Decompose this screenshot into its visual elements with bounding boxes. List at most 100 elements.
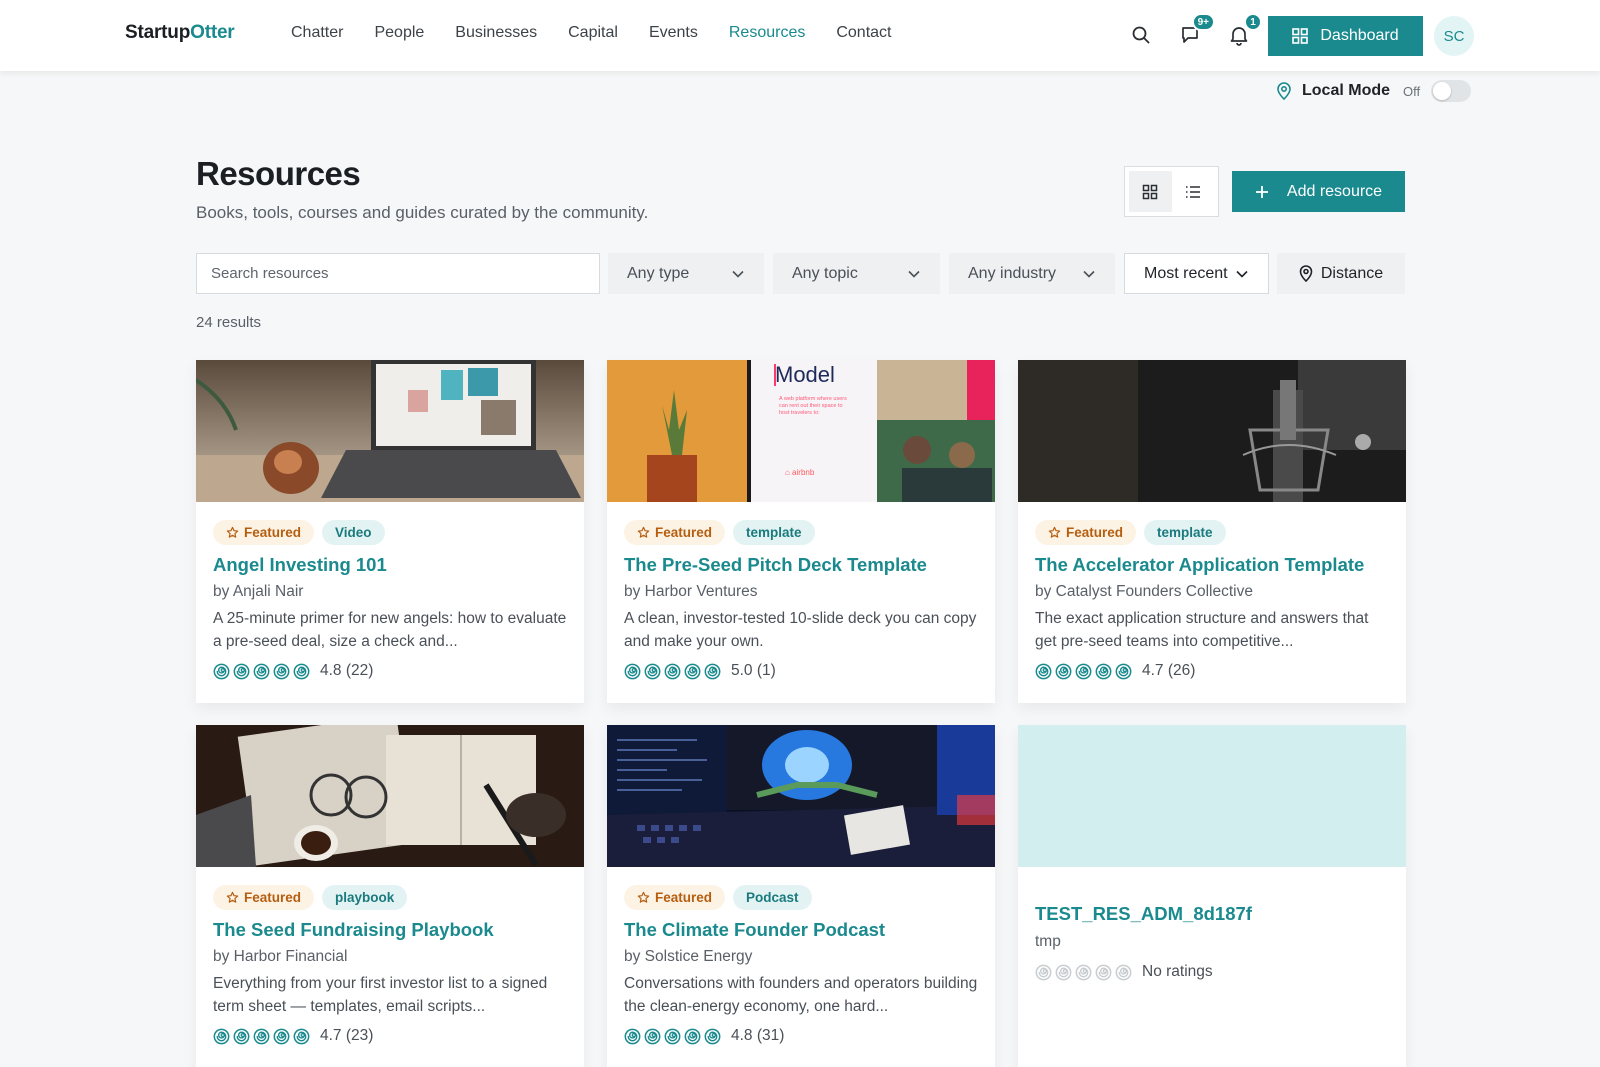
notifications-bell-icon[interactable]: 1	[1226, 13, 1262, 48]
resource-rating: 4.7 (23)	[213, 1027, 567, 1045]
nav-chatter[interactable]: Chatter	[291, 24, 343, 42]
featured-label: Featured	[655, 525, 713, 540]
results-count: 24 results	[196, 314, 262, 331]
resource-title[interactable]: The Climate Founder Podcast	[624, 919, 978, 941]
rating-text: 5.0 (1)	[731, 662, 776, 679]
view-toggle	[1124, 166, 1219, 217]
featured-badge: Featured	[624, 520, 726, 545]
resource-author: by Solstice Energy	[624, 948, 753, 965]
resource-rating: 4.8 (31)	[624, 1027, 978, 1045]
page-title: Resources	[196, 155, 361, 192]
type-select[interactable]: Any type	[608, 253, 764, 294]
resource-card[interactable]: Featured template The Accelerator Applic…	[1018, 360, 1406, 703]
resource-card[interactable]: Model A web platform where users can rent …	[607, 360, 995, 703]
featured-badge: Featured	[213, 520, 315, 545]
star-icon	[226, 526, 239, 538]
resource-card[interactable]: Featured Podcast The Climate Founder Pod…	[607, 725, 995, 1067]
chevron-down-icon	[1236, 270, 1248, 278]
resource-description: A clean, investor-tested 10-slide deck y…	[624, 610, 977, 650]
resource-card[interactable]: Featured playbook The Seed Fundraising P…	[196, 725, 584, 1067]
top-navbar: StartupOtter Chatter People Businesses C…	[0, 0, 1600, 71]
local-mode-control: Local Mode Off	[1276, 80, 1472, 102]
rating-otters	[1035, 663, 1132, 680]
featured-label: Featured	[655, 890, 713, 905]
avatar[interactable]: SC	[1434, 16, 1474, 56]
resource-thumbnail	[1018, 360, 1406, 502]
local-mode-toggle[interactable]	[1431, 80, 1472, 102]
add-resource-button[interactable]: Add resource	[1232, 171, 1405, 212]
map-pin-icon	[1277, 82, 1291, 100]
plus-icon	[1255, 185, 1268, 198]
nav-events[interactable]: Events	[649, 24, 698, 42]
featured-label: Featured	[1066, 525, 1124, 540]
nav-people[interactable]: People	[374, 24, 424, 42]
slide-brand-text: ⌂ airbnb	[785, 468, 815, 477]
topic-select[interactable]: Any topic	[773, 253, 940, 294]
resource-thumbnail: Model A web platform where users can rent …	[607, 360, 995, 502]
rating-text: No ratings	[1142, 963, 1213, 980]
grid-view-icon[interactable]	[1129, 171, 1172, 212]
sort-select-value: Most recent	[1144, 264, 1228, 282]
rating-otters	[213, 663, 310, 680]
resource-description: The exact application structure and answ…	[1035, 610, 1369, 650]
card-tags: Featured playbook	[213, 885, 567, 911]
dashboard-button[interactable]: Dashboard	[1268, 16, 1423, 56]
resource-author: by Harbor Ventures	[624, 583, 758, 600]
rating-otters	[1035, 964, 1132, 981]
resource-description: Everything from your first investor list…	[213, 975, 548, 1015]
resource-title[interactable]: TEST_RES_ADM_8d187f	[1035, 903, 1389, 925]
rating-otters	[624, 663, 721, 680]
card-tags: Featured template	[1035, 520, 1389, 546]
featured-badge: Featured	[213, 885, 315, 910]
list-view-icon[interactable]	[1172, 171, 1215, 212]
rating-text: 4.8 (31)	[731, 1027, 785, 1044]
type-badge: Podcast	[733, 885, 812, 910]
nav-capital[interactable]: Capital	[568, 24, 618, 42]
rating-text: 4.8 (22)	[320, 662, 374, 679]
search-icon[interactable]	[1128, 22, 1154, 48]
type-select-value: Any type	[627, 264, 690, 282]
type-badge: playbook	[322, 885, 408, 910]
type-badge: template	[733, 520, 815, 545]
resource-rating: 5.0 (1)	[624, 662, 978, 680]
chevron-down-icon	[732, 270, 744, 278]
resource-author: tmp	[1035, 933, 1061, 950]
resource-author: by Anjali Nair	[213, 583, 304, 600]
nav-businesses[interactable]: Businesses	[455, 24, 537, 42]
resource-title[interactable]: The Pre-Seed Pitch Deck Template	[624, 554, 978, 576]
resource-title[interactable]: The Accelerator Application Template	[1035, 554, 1389, 576]
sort-select[interactable]: Most recent	[1124, 253, 1269, 294]
search-input[interactable]	[196, 253, 600, 294]
resource-title[interactable]: The Seed Fundraising Playbook	[213, 919, 567, 941]
messages-icon[interactable]: 9+	[1177, 13, 1215, 48]
chevron-down-icon	[1083, 270, 1095, 278]
star-icon	[1048, 526, 1061, 538]
type-badge: template	[1144, 520, 1226, 545]
resource-title[interactable]: Angel Investing 101	[213, 554, 567, 576]
star-icon	[637, 526, 650, 538]
resource-thumbnail	[196, 360, 584, 502]
distance-button[interactable]: Distance	[1277, 253, 1405, 294]
star-icon	[637, 891, 650, 903]
rating-text: 4.7 (26)	[1142, 662, 1196, 679]
brand-logo[interactable]: StartupOtter	[125, 22, 235, 44]
resource-author: by Harbor Financial	[213, 948, 348, 965]
nav-contact[interactable]: Contact	[836, 24, 891, 42]
local-mode-label: Local Mode	[1302, 82, 1391, 99]
resource-rating: 4.8 (22)	[213, 662, 567, 680]
messages-badge: 9+	[1191, 13, 1215, 31]
resource-description: A 25-minute primer for new angels: how t…	[213, 610, 567, 650]
resource-thumbnail	[607, 725, 995, 867]
add-resource-label: Add resource	[1286, 182, 1383, 200]
resource-card[interactable]: Featured Video Angel Investing 101 by An…	[196, 360, 584, 703]
topic-select-value: Any topic	[792, 264, 858, 282]
industry-select[interactable]: Any industry	[949, 253, 1115, 294]
nav-resources[interactable]: Resources	[729, 24, 805, 42]
resource-card[interactable]: TEST_RES_ADM_8d187f tmp No ratings	[1018, 725, 1406, 1067]
page-subtitle: Books, tools, courses and guides curated…	[196, 203, 649, 222]
slide-heading-text: Model	[775, 362, 835, 387]
card-tags: Featured template	[624, 520, 978, 546]
featured-badge: Featured	[1035, 520, 1137, 545]
distance-label: Distance	[1320, 264, 1384, 282]
industry-select-value: Any industry	[968, 264, 1057, 282]
